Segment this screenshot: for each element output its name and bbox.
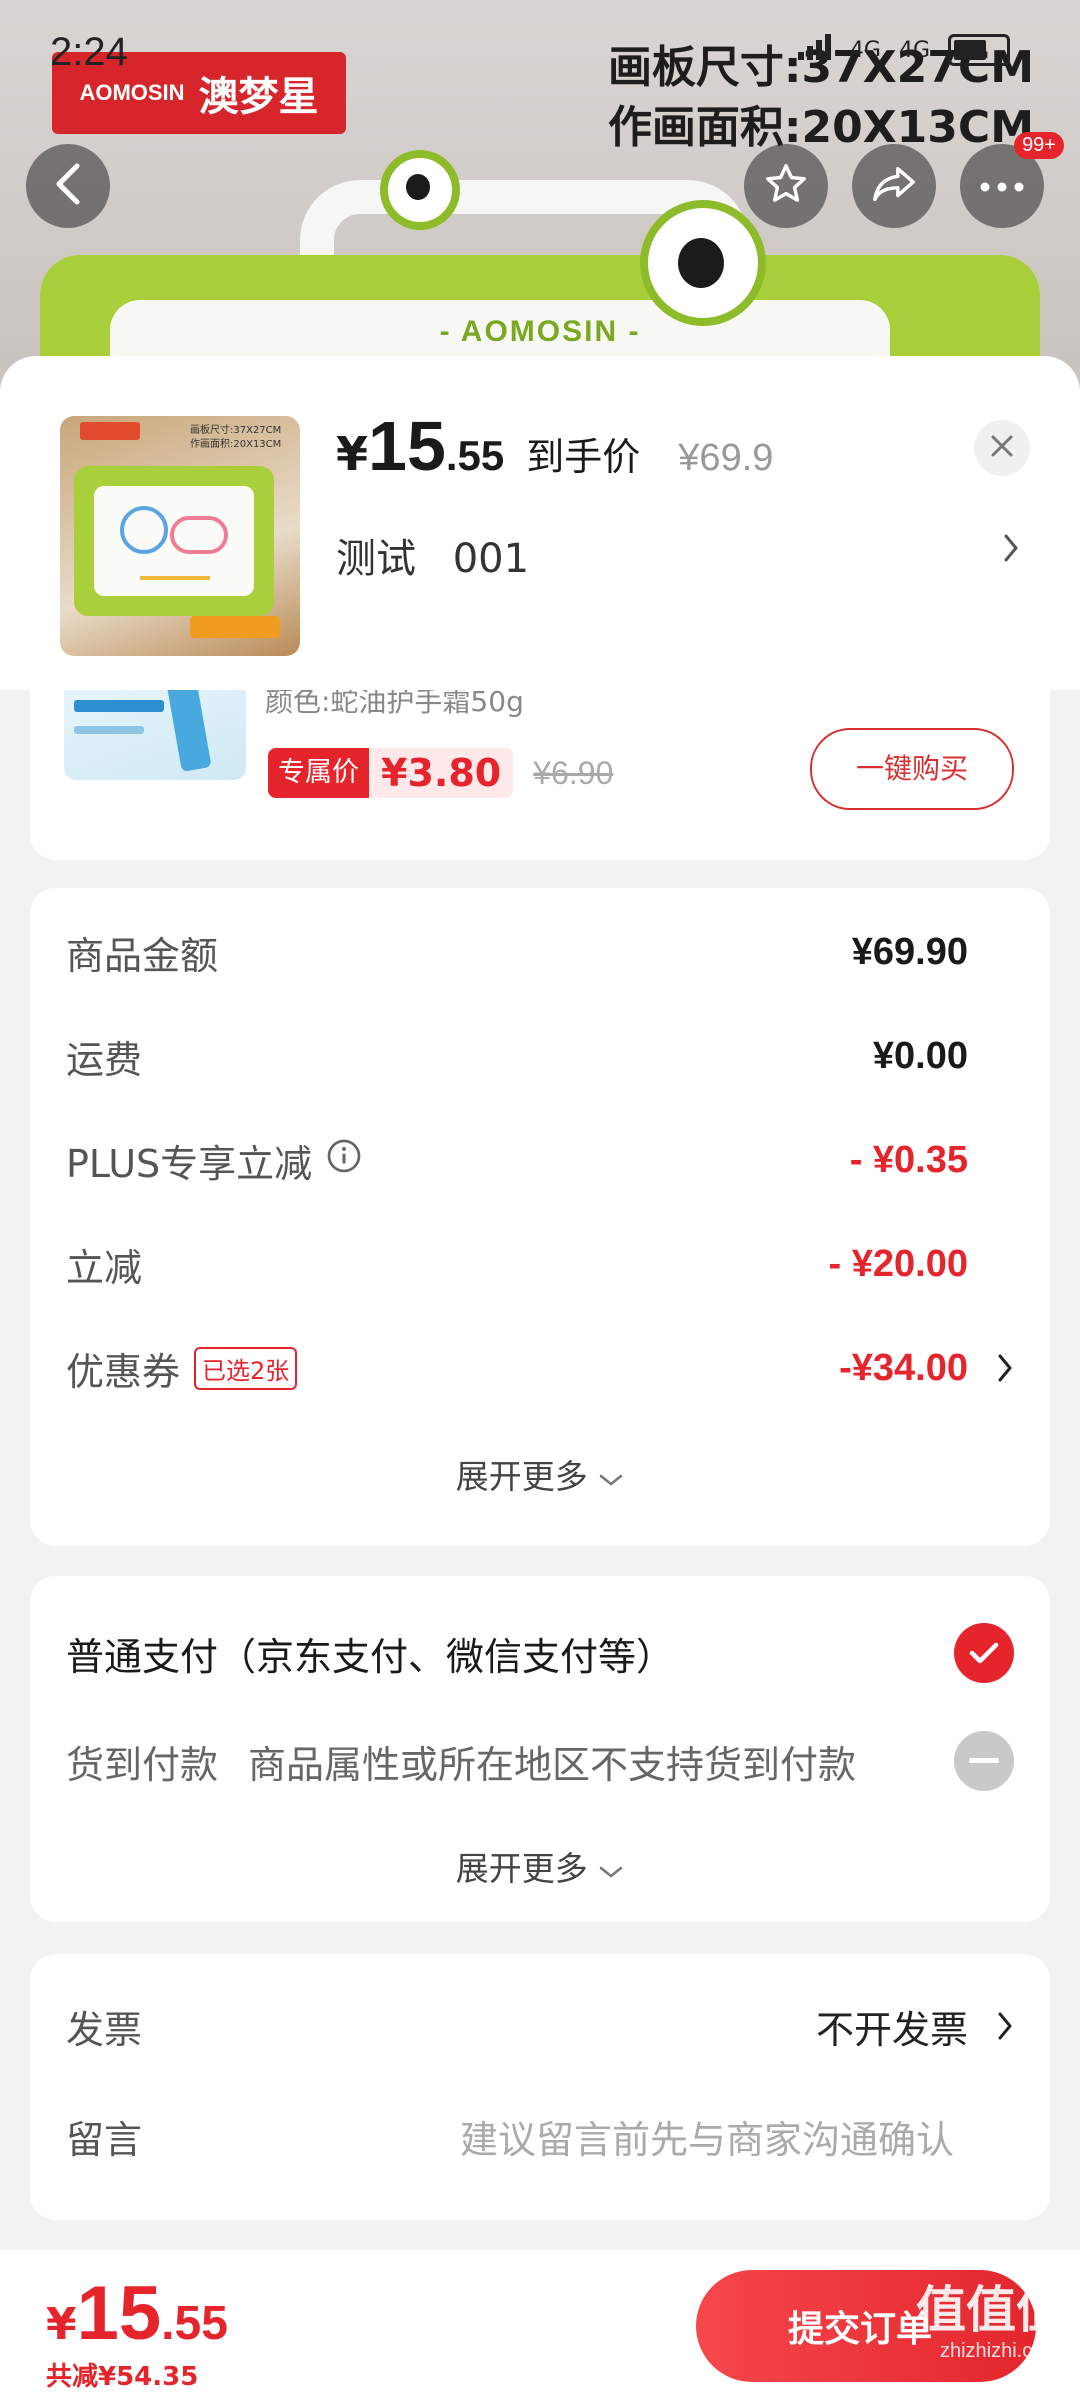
note-input[interactable]: 建议留言前先与商家沟通确认 — [460, 2109, 954, 2164]
product-thumbnail[interactable]: 画板尺寸:37X27CM 作画面积:20X13CM — [60, 416, 300, 656]
exclusive-price-label: 专属价 — [268, 748, 369, 798]
payment-option-cod: 货到付款 商品属性或所在地区不支持货到付款 — [66, 1726, 1014, 1796]
variant-value: 001 — [452, 536, 530, 582]
chevron-right-icon — [996, 2010, 1014, 2046]
back-button[interactable] — [26, 144, 110, 228]
sheet-header: 画板尺寸:37X27CM 作画面积:20X13CM ¥ 15 .55 到手价 ¥… — [0, 356, 1080, 690]
signal-icon — [797, 34, 832, 66]
chevron-down-icon — [598, 1457, 624, 1496]
addon-product-image[interactable] — [64, 690, 246, 780]
share-button[interactable] — [852, 144, 936, 228]
more-button[interactable]: 99+ — [960, 132, 1064, 228]
total-price: ¥ 15 .55 — [46, 2271, 228, 2356]
chevron-right-icon[interactable] — [1002, 532, 1020, 568]
note-row[interactable]: 留言 建议留言前先与商家沟通确认 — [66, 2106, 1014, 2166]
favorite-button[interactable] — [744, 144, 828, 228]
addon-product-card: 颜色:蛇油护手霜50g 专属价 ¥3.80 ¥6.90 一键购买 — [30, 690, 1050, 860]
order-sheet: 画板尺寸:37X27CM 作画面积:20X13CM ¥ 15 .55 到手价 ¥… — [0, 356, 1080, 2400]
variant-selector[interactable]: 测试 001 — [336, 526, 553, 584]
invoice-row[interactable]: 发票 不开发票 — [66, 1996, 1014, 2056]
expand-more-summary[interactable]: 展开更多 — [30, 1450, 1050, 1498]
summary-row-shipping: 运费 ¥0.00 — [66, 1034, 968, 1082]
watermark-logo: 值值值 — [916, 2281, 1066, 2339]
watermark-text: zhizhizhi.com — [939, 2340, 1060, 2362]
total-saved: 共减¥54.35 — [46, 2362, 199, 2392]
payment-method-card: 普通支付（京东支付、微信支付等） 货到付款 商品属性或所在地区不支持货到付款 展… — [30, 1576, 1050, 1922]
star-icon — [763, 161, 809, 211]
share-icon — [871, 164, 917, 208]
message-count-badge: 99+ — [1014, 132, 1064, 159]
expand-more-payment[interactable]: 展开更多 — [30, 1842, 1050, 1890]
coupon-selected-badge: 已选2张 — [194, 1346, 298, 1390]
close-button[interactable] — [974, 420, 1030, 476]
addon-price-tag: 专属价 ¥3.80 ¥6.90 — [268, 748, 613, 798]
close-icon — [990, 434, 1014, 462]
original-price: ¥69.9 — [678, 437, 774, 479]
invoice-note-card: 发票 不开发票 留言 建议留言前先与商家沟通确认 — [30, 1954, 1050, 2220]
more-dots-icon — [980, 177, 1024, 196]
chevron-down-icon — [598, 1849, 624, 1888]
summary-row-plus-discount: PLUS专享立减 - ¥0.35 — [66, 1138, 968, 1186]
network-label-1: 4G — [849, 37, 881, 63]
addon-variant-text: 颜色:蛇油护手霜50g — [265, 690, 524, 718]
summary-row-goods: 商品金额 ¥69.90 — [66, 930, 968, 978]
addon-original-price: ¥6.90 — [533, 754, 614, 791]
summary-row-instant-discount: 立减 - ¥20.00 — [66, 1242, 968, 1290]
one-click-buy-button[interactable]: 一键购买 — [810, 728, 1014, 810]
selected-check-icon[interactable] — [954, 1623, 1014, 1683]
price-summary-card: 商品金额 ¥69.90 运费 ¥0.00 PLUS专享立减 - ¥0.35 立减… — [30, 888, 1050, 1546]
addon-price: ¥3.80 — [369, 748, 514, 798]
variant-label: 测试 — [336, 536, 416, 582]
crocodile-eye-left — [380, 150, 460, 230]
board-brand-text: - AOMOSIN - — [439, 315, 641, 348]
summary-row-coupon[interactable]: 优惠券 已选2张 -¥34.00 — [66, 1338, 1014, 1398]
final-price-label: 到手价 — [526, 435, 641, 479]
battery-icon — [948, 34, 1010, 66]
crocodile-eye-right — [640, 200, 766, 326]
network-label-2: 4G — [898, 37, 930, 63]
back-arrow-icon — [53, 162, 83, 210]
payment-option-normal[interactable]: 普通支付（京东支付、微信支付等） — [66, 1618, 1014, 1688]
chevron-right-icon — [996, 1352, 1014, 1388]
disabled-minus-icon — [954, 1731, 1014, 1791]
info-icon[interactable] — [326, 1138, 362, 1183]
status-icons: 4G 4G — [797, 34, 1010, 66]
status-time: 2:24 — [50, 30, 128, 74]
final-price: ¥ 15 .55 到手价 ¥69.9 — [336, 407, 774, 485]
